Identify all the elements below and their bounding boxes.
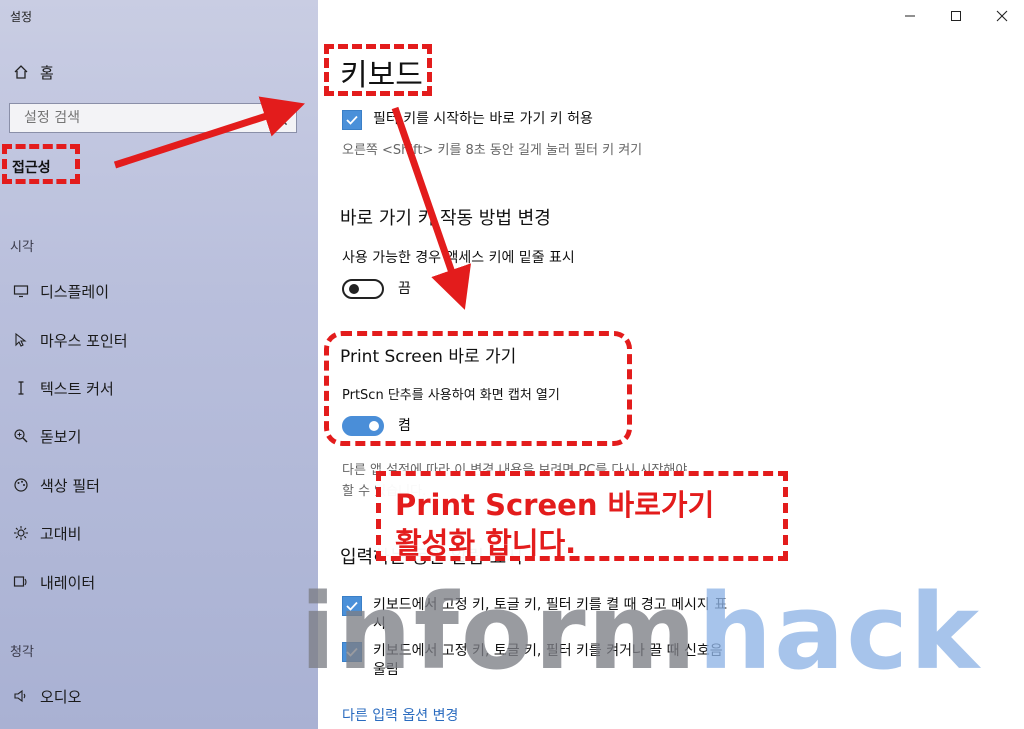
arrow-to-search xyxy=(113,96,305,169)
arrow-to-printscreen xyxy=(391,106,471,310)
annotation-line2: 활성화 합니다. xyxy=(395,526,577,560)
annotation-line1: Print Screen 바로가기 xyxy=(395,488,715,522)
annotation-callout: Print Screen 바로가기 활성화 합니다. xyxy=(376,471,788,561)
annotation-arrows xyxy=(113,96,471,310)
